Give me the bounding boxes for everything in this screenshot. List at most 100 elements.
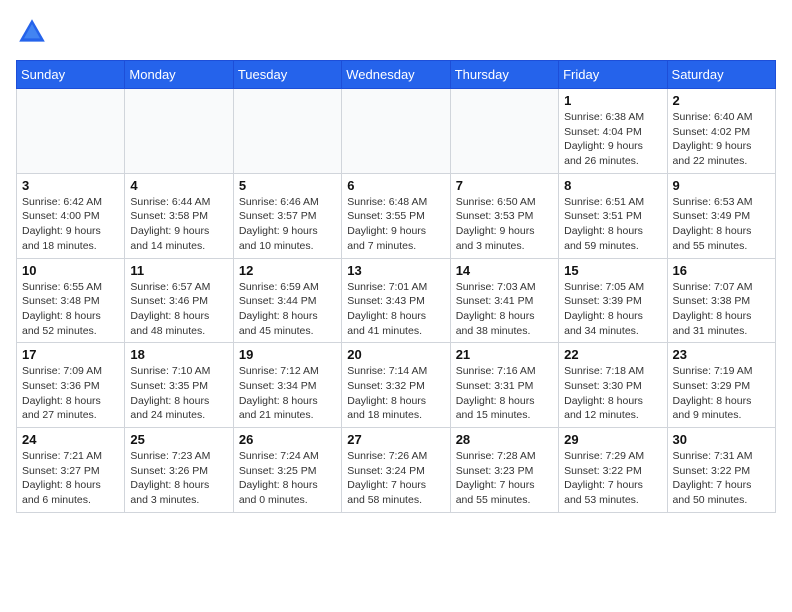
day-info: Sunrise: 7:28 AM Sunset: 3:23 PM Dayligh… [456, 449, 553, 508]
day-info: Sunrise: 7:23 AM Sunset: 3:26 PM Dayligh… [130, 449, 227, 508]
day-number: 4 [130, 178, 227, 193]
day-number: 27 [347, 432, 444, 447]
day-number: 5 [239, 178, 336, 193]
day-number: 26 [239, 432, 336, 447]
day-number: 9 [673, 178, 770, 193]
day-info: Sunrise: 7:10 AM Sunset: 3:35 PM Dayligh… [130, 364, 227, 423]
day-number: 12 [239, 263, 336, 278]
day-number: 1 [564, 93, 661, 108]
day-number: 30 [673, 432, 770, 447]
day-info: Sunrise: 7:07 AM Sunset: 3:38 PM Dayligh… [673, 280, 770, 339]
day-number: 19 [239, 347, 336, 362]
calendar-cell: 17 Sunrise: 7:09 AM Sunset: 3:36 PM Dayli… [17, 343, 125, 428]
logo [16, 16, 52, 48]
day-info: Sunrise: 7:12 AM Sunset: 3:34 PM Dayligh… [239, 364, 336, 423]
calendar-cell: 27 Sunrise: 7:26 AM Sunset: 3:24 PM Dayli… [342, 428, 450, 513]
day-info: Sunrise: 6:48 AM Sunset: 3:55 PM Dayligh… [347, 195, 444, 254]
day-number: 28 [456, 432, 553, 447]
calendar-cell [342, 89, 450, 174]
day-number: 14 [456, 263, 553, 278]
calendar-cell: 2 Sunrise: 6:40 AM Sunset: 4:02 PM Daylig… [667, 89, 775, 174]
calendar-week-5: 24Sunrise: 7:21 AM Sunset: 3:27 PM Dayli… [17, 428, 776, 513]
calendar-cell: 11 Sunrise: 6:57 AM Sunset: 3:46 PM Dayli… [125, 258, 233, 343]
day-info: Sunrise: 6:44 AM Sunset: 3:58 PM Dayligh… [130, 195, 227, 254]
logo-icon [16, 16, 48, 48]
day-info: Sunrise: 7:26 AM Sunset: 3:24 PM Dayligh… [347, 449, 444, 508]
calendar-cell [450, 89, 558, 174]
calendar-cell: 21 Sunrise: 7:16 AM Sunset: 3:31 PM Dayli… [450, 343, 558, 428]
day-info: Sunrise: 7:01 AM Sunset: 3:43 PM Dayligh… [347, 280, 444, 339]
calendar-cell: 30 Sunrise: 7:31 AM Sunset: 3:22 PM Dayli… [667, 428, 775, 513]
calendar-header-saturday: Saturday [667, 61, 775, 89]
day-info: Sunrise: 7:05 AM Sunset: 3:39 PM Dayligh… [564, 280, 661, 339]
day-info: Sunrise: 7:14 AM Sunset: 3:32 PM Dayligh… [347, 364, 444, 423]
calendar-header-sunday: Sunday [17, 61, 125, 89]
calendar-cell: 6Sunrise: 6:48 AM Sunset: 3:55 PM Daylig… [342, 173, 450, 258]
day-info: Sunrise: 7:03 AM Sunset: 3:41 PM Dayligh… [456, 280, 553, 339]
day-info: Sunrise: 7:24 AM Sunset: 3:25 PM Dayligh… [239, 449, 336, 508]
day-info: Sunrise: 7:19 AM Sunset: 3:29 PM Dayligh… [673, 364, 770, 423]
day-number: 23 [673, 347, 770, 362]
day-info: Sunrise: 6:40 AM Sunset: 4:02 PM Dayligh… [673, 110, 770, 169]
page-header [16, 16, 776, 48]
calendar-cell [233, 89, 341, 174]
day-info: Sunrise: 7:21 AM Sunset: 3:27 PM Dayligh… [22, 449, 119, 508]
calendar-header-friday: Friday [559, 61, 667, 89]
calendar-cell: 9 Sunrise: 6:53 AM Sunset: 3:49 PM Daylig… [667, 173, 775, 258]
calendar-cell: 10Sunrise: 6:55 AM Sunset: 3:48 PM Dayli… [17, 258, 125, 343]
day-info: Sunrise: 7:29 AM Sunset: 3:22 PM Dayligh… [564, 449, 661, 508]
calendar-table: SundayMondayTuesdayWednesdayThursdayFrid… [16, 60, 776, 513]
calendar-cell: 13 Sunrise: 7:01 AM Sunset: 3:43 PM Dayli… [342, 258, 450, 343]
day-number: 17 [22, 347, 119, 362]
day-number: 16 [673, 263, 770, 278]
day-number: 2 [673, 93, 770, 108]
calendar-week-3: 10Sunrise: 6:55 AM Sunset: 3:48 PM Dayli… [17, 258, 776, 343]
calendar-cell: 12 Sunrise: 6:59 AM Sunset: 3:44 PM Dayli… [233, 258, 341, 343]
day-number: 20 [347, 347, 444, 362]
calendar-cell: 4 Sunrise: 6:44 AM Sunset: 3:58 PM Daylig… [125, 173, 233, 258]
calendar-header-thursday: Thursday [450, 61, 558, 89]
calendar-cell: 8 Sunrise: 6:51 AM Sunset: 3:51 PM Daylig… [559, 173, 667, 258]
day-info: Sunrise: 6:53 AM Sunset: 3:49 PM Dayligh… [673, 195, 770, 254]
day-info: Sunrise: 7:18 AM Sunset: 3:30 PM Dayligh… [564, 364, 661, 423]
calendar-week-2: 3Sunrise: 6:42 AM Sunset: 4:00 PM Daylig… [17, 173, 776, 258]
day-info: Sunrise: 6:57 AM Sunset: 3:46 PM Dayligh… [130, 280, 227, 339]
calendar-cell: 16 Sunrise: 7:07 AM Sunset: 3:38 PM Dayli… [667, 258, 775, 343]
day-info: Sunrise: 7:09 AM Sunset: 3:36 PM Dayligh… [22, 364, 119, 423]
day-number: 29 [564, 432, 661, 447]
calendar-week-1: 1Sunrise: 6:38 AM Sunset: 4:04 PM Daylig… [17, 89, 776, 174]
calendar-header-monday: Monday [125, 61, 233, 89]
calendar-cell: 22 Sunrise: 7:18 AM Sunset: 3:30 PM Dayli… [559, 343, 667, 428]
calendar-cell: 28 Sunrise: 7:28 AM Sunset: 3:23 PM Dayli… [450, 428, 558, 513]
calendar-cell: 25 Sunrise: 7:23 AM Sunset: 3:26 PM Dayli… [125, 428, 233, 513]
day-number: 10 [22, 263, 119, 278]
day-info: Sunrise: 6:46 AM Sunset: 3:57 PM Dayligh… [239, 195, 336, 254]
calendar-cell: 26 Sunrise: 7:24 AM Sunset: 3:25 PM Dayli… [233, 428, 341, 513]
calendar-cell: 29 Sunrise: 7:29 AM Sunset: 3:22 PM Dayli… [559, 428, 667, 513]
day-number: 13 [347, 263, 444, 278]
calendar-header-row: SundayMondayTuesdayWednesdayThursdayFrid… [17, 61, 776, 89]
day-number: 21 [456, 347, 553, 362]
day-number: 22 [564, 347, 661, 362]
day-info: Sunrise: 6:51 AM Sunset: 3:51 PM Dayligh… [564, 195, 661, 254]
calendar-cell: 15Sunrise: 7:05 AM Sunset: 3:39 PM Dayli… [559, 258, 667, 343]
day-number: 25 [130, 432, 227, 447]
calendar-cell: 5 Sunrise: 6:46 AM Sunset: 3:57 PM Daylig… [233, 173, 341, 258]
calendar-header-tuesday: Tuesday [233, 61, 341, 89]
day-number: 18 [130, 347, 227, 362]
calendar-cell: 7Sunrise: 6:50 AM Sunset: 3:53 PM Daylig… [450, 173, 558, 258]
day-info: Sunrise: 7:16 AM Sunset: 3:31 PM Dayligh… [456, 364, 553, 423]
day-info: Sunrise: 7:31 AM Sunset: 3:22 PM Dayligh… [673, 449, 770, 508]
calendar-header-wednesday: Wednesday [342, 61, 450, 89]
calendar-cell [17, 89, 125, 174]
calendar-cell: 18 Sunrise: 7:10 AM Sunset: 3:35 PM Dayli… [125, 343, 233, 428]
calendar-cell: 24Sunrise: 7:21 AM Sunset: 3:27 PM Dayli… [17, 428, 125, 513]
day-number: 11 [130, 263, 227, 278]
calendar-cell [125, 89, 233, 174]
day-number: 7 [456, 178, 553, 193]
day-info: Sunrise: 6:42 AM Sunset: 4:00 PM Dayligh… [22, 195, 119, 254]
calendar-cell: 19 Sunrise: 7:12 AM Sunset: 3:34 PM Dayli… [233, 343, 341, 428]
calendar-cell: 20 Sunrise: 7:14 AM Sunset: 3:32 PM Dayli… [342, 343, 450, 428]
day-info: Sunrise: 6:59 AM Sunset: 3:44 PM Dayligh… [239, 280, 336, 339]
day-number: 8 [564, 178, 661, 193]
